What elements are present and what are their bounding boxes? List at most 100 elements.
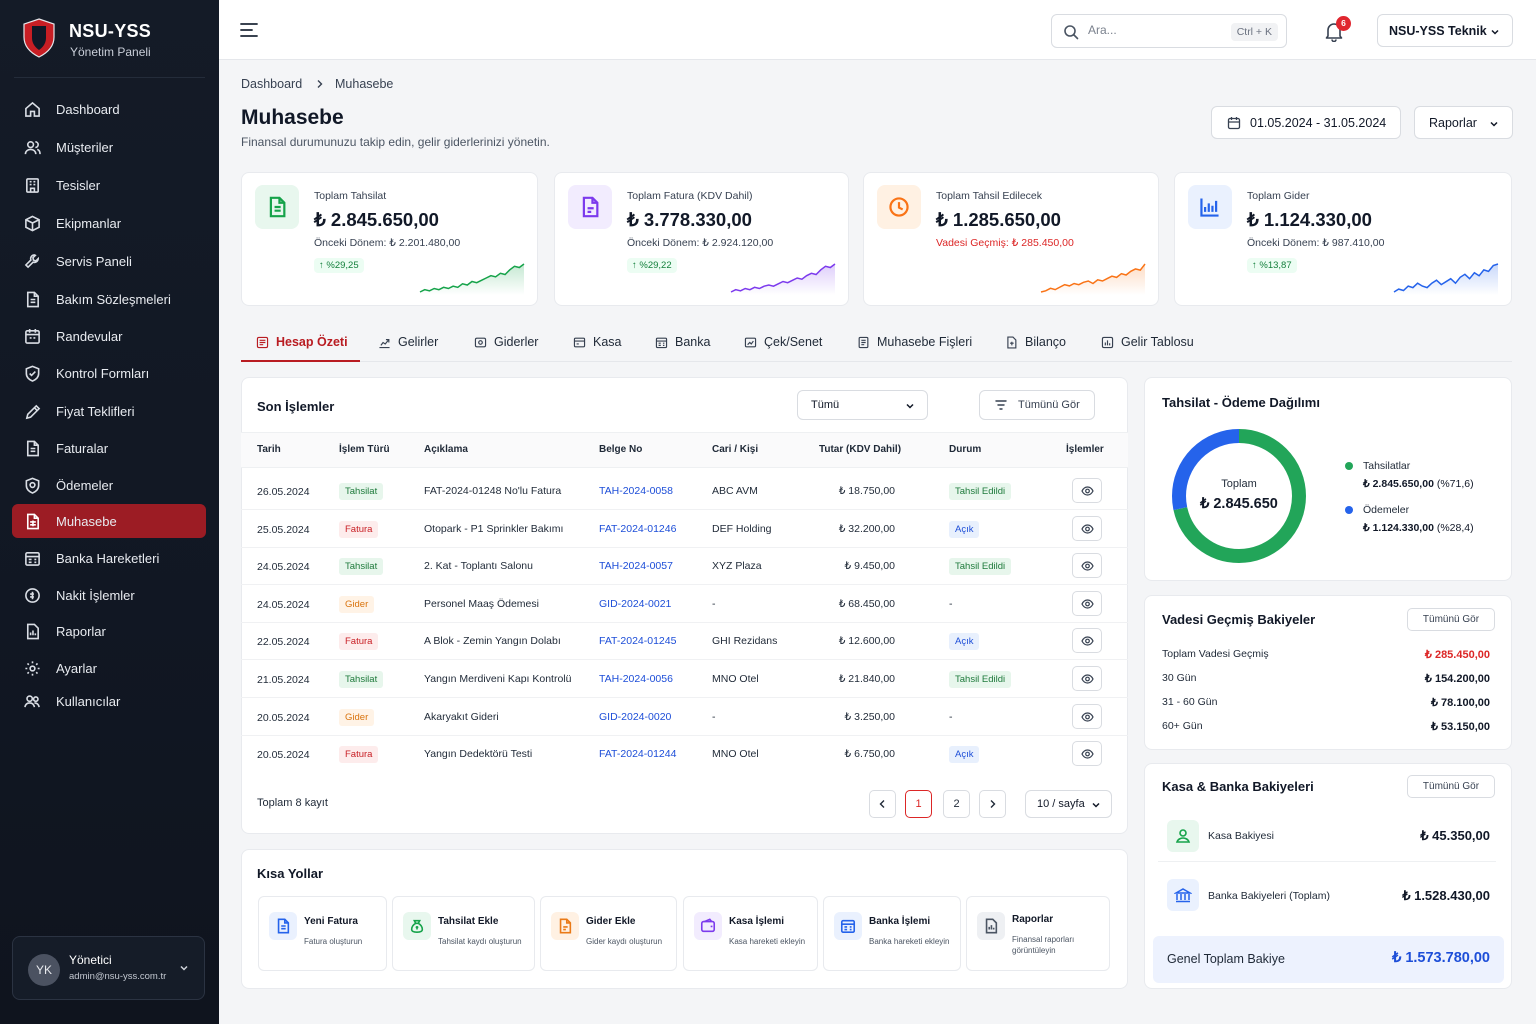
- shortcut-card[interactable]: Raporlar Finansal raporları görüntüleyin: [966, 896, 1110, 971]
- sidebar-item-8[interactable]: Fiyat Teklifleri: [12, 394, 206, 428]
- sidebar-item-7[interactable]: Kontrol Formları: [12, 356, 206, 390]
- kpi-value: ₺ 1.285.650,00: [936, 209, 1061, 230]
- tab-4[interactable]: Banka: [655, 322, 710, 362]
- sidebar-item-6[interactable]: Randevular: [12, 319, 206, 353]
- tab-7[interactable]: Bilanço: [1005, 322, 1066, 362]
- kpi-value: ₺ 3.778.330,00: [627, 209, 752, 230]
- sidebar-item-label: Muhasebe: [56, 513, 117, 529]
- view-row-button[interactable]: [1072, 515, 1102, 541]
- pagination-next[interactable]: [979, 790, 1006, 818]
- cell-document-link[interactable]: FAT-2024-01246: [599, 523, 676, 535]
- cell-date: 26.05.2024: [257, 486, 310, 498]
- transaction-filter-select[interactable]: Tümü: [797, 390, 928, 420]
- shortcut-title: Tahsilat Ekle: [438, 916, 499, 927]
- view-row-button[interactable]: [1072, 741, 1102, 767]
- view-row-button[interactable]: [1072, 628, 1102, 654]
- cell-status-badge: Açık: [949, 746, 980, 764]
- view-row-button[interactable]: [1072, 553, 1102, 579]
- tab-0[interactable]: Hesap Özeti: [256, 322, 348, 362]
- tab-1[interactable]: Gelirler: [378, 322, 438, 362]
- pagination-prev[interactable]: [869, 790, 896, 818]
- tab-5[interactable]: Çek/Senet: [744, 322, 822, 362]
- sparkline-area: [731, 264, 835, 295]
- pagination-page-2[interactable]: 2: [943, 790, 970, 818]
- view-row-button[interactable]: [1072, 478, 1102, 503]
- cell-type-badge: Fatura: [339, 633, 379, 651]
- cell-description: Yangın Dedektörü Testi: [424, 748, 533, 761]
- shortcut-card[interactable]: Kasa İşlemi Kasa hareketi ekleyin: [683, 896, 818, 971]
- search-box[interactable]: Ctrl + K: [1051, 14, 1287, 48]
- view-row-button[interactable]: [1072, 666, 1102, 691]
- legend-dot: [1345, 462, 1353, 470]
- view-row-button[interactable]: [1072, 703, 1102, 729]
- cell-document-link[interactable]: GID-2024-0021: [599, 598, 671, 610]
- sidebar-item-2[interactable]: Tesisler: [12, 168, 206, 202]
- user-menu[interactable]: YK Yönetici admin@nsu-yss.com.tr: [12, 936, 205, 1000]
- bank-balance-value: ₺ 1.528.430,00: [1402, 888, 1490, 903]
- column-header: İşlem Türü: [339, 444, 390, 455]
- cell-party: -: [712, 710, 716, 723]
- chevron-left-icon: [879, 800, 885, 808]
- page-title: Muhasebe: [241, 106, 344, 129]
- tab-3[interactable]: Kasa: [573, 322, 622, 362]
- invoice-icon: [26, 440, 39, 456]
- overdue-value: ₺ 53.150,00: [1431, 721, 1490, 733]
- sidebar-item-13[interactable]: Nakit İşlemler: [12, 578, 206, 612]
- search-input[interactable]: [1088, 23, 1218, 37]
- cell-type-badge: Tahsilat: [339, 558, 384, 576]
- shortcut-card[interactable]: Yeni Fatura Fatura oluşturun: [258, 896, 387, 971]
- notification-badge: 6: [1336, 16, 1351, 31]
- sidebar-item-4[interactable]: Servis Paneli: [12, 244, 206, 278]
- tab-label: Bilanço: [1025, 335, 1066, 349]
- reports-dropdown[interactable]: Raporlar: [1414, 106, 1513, 139]
- tab-2[interactable]: Giderler: [474, 322, 538, 362]
- shortcut-card[interactable]: Tahsilat Ekle Tahsilat kaydı oluşturun: [392, 896, 535, 971]
- breadcrumb-root[interactable]: Dashboard: [241, 77, 302, 91]
- shortcut-card[interactable]: Banka İşlemi Banka hareketi ekleyin: [823, 896, 961, 971]
- cell-date: 24.05.2024: [257, 598, 310, 611]
- date-range-picker[interactable]: 01.05.2024 - 31.05.2024: [1211, 106, 1401, 139]
- sidebar-item-11[interactable]: Muhasebe: [12, 504, 206, 538]
- menu-toggle-icon[interactable]: [240, 22, 258, 38]
- view-all-transactions-button[interactable]: Tümünü Gör: [979, 390, 1095, 420]
- sidebar-item-15[interactable]: Ayarlar: [12, 651, 206, 685]
- balances-view-all-button[interactable]: Tümünü Gör: [1407, 775, 1495, 798]
- tab-8[interactable]: Gelir Tablosu: [1101, 322, 1194, 362]
- cell-amount: ₺ 68.450,00: [838, 597, 895, 610]
- sidebar-item-3[interactable]: Ekipmanlar: [12, 206, 206, 240]
- sidebar-item-10[interactable]: Ödemeler: [12, 468, 206, 502]
- cash-icon: [25, 587, 40, 603]
- sidebar-item-9[interactable]: Faturalar: [12, 431, 206, 465]
- tab-label: Gelir Tablosu: [1121, 335, 1194, 349]
- cell-document-link[interactable]: FAT-2024-01244: [599, 748, 676, 760]
- cell-document-link[interactable]: TAH-2024-0056: [599, 673, 673, 685]
- sidebar-item-16[interactable]: Kullanıcılar: [12, 684, 206, 718]
- cell-document-link[interactable]: GID-2024-0020: [599, 711, 671, 723]
- kpi-icon-box: [877, 185, 921, 229]
- overdue-view-all-button[interactable]: Tümünü Gör: [1407, 608, 1495, 631]
- cell-document-link[interactable]: TAH-2024-0058: [599, 485, 673, 497]
- pagination-page-1[interactable]: 1: [905, 790, 932, 818]
- eye-icon: [1081, 711, 1094, 722]
- account-dropdown[interactable]: NSU-YSS Teknik: [1377, 14, 1513, 47]
- kpi-icon-box: [255, 185, 299, 229]
- page-size-select[interactable]: 10 / sayfa: [1025, 790, 1112, 818]
- cell-document-link[interactable]: FAT-2024-01245: [599, 635, 676, 647]
- tab-6[interactable]: Muhasebe Fişleri: [857, 322, 972, 362]
- expense-icon: [474, 337, 487, 347]
- sidebar-item-0[interactable]: Dashboard: [12, 92, 206, 126]
- filter-value: Tümü: [811, 399, 840, 411]
- cell-document-link[interactable]: TAH-2024-0057: [599, 560, 673, 572]
- sidebar-item-14[interactable]: Raporlar: [12, 614, 206, 648]
- sidebar-item-12[interactable]: Banka Hareketleri: [12, 541, 206, 575]
- sidebar-item-5[interactable]: Bakım Sözleşmeleri: [12, 282, 206, 316]
- view-row-button[interactable]: [1072, 590, 1102, 616]
- kpi-delta: ↑ %13,87: [1247, 258, 1297, 273]
- money-bag-icon: [410, 919, 424, 934]
- row-divider: [241, 734, 1128, 736]
- kpi-previous-value: ₺ 2.201.480,00: [389, 237, 461, 249]
- home-icon: [25, 101, 40, 117]
- income-statement-icon: [1101, 336, 1114, 348]
- shortcut-card[interactable]: Gider Ekle Gider kaydı oluşturun: [540, 896, 677, 971]
- sidebar-item-1[interactable]: Müşteriler: [12, 130, 206, 164]
